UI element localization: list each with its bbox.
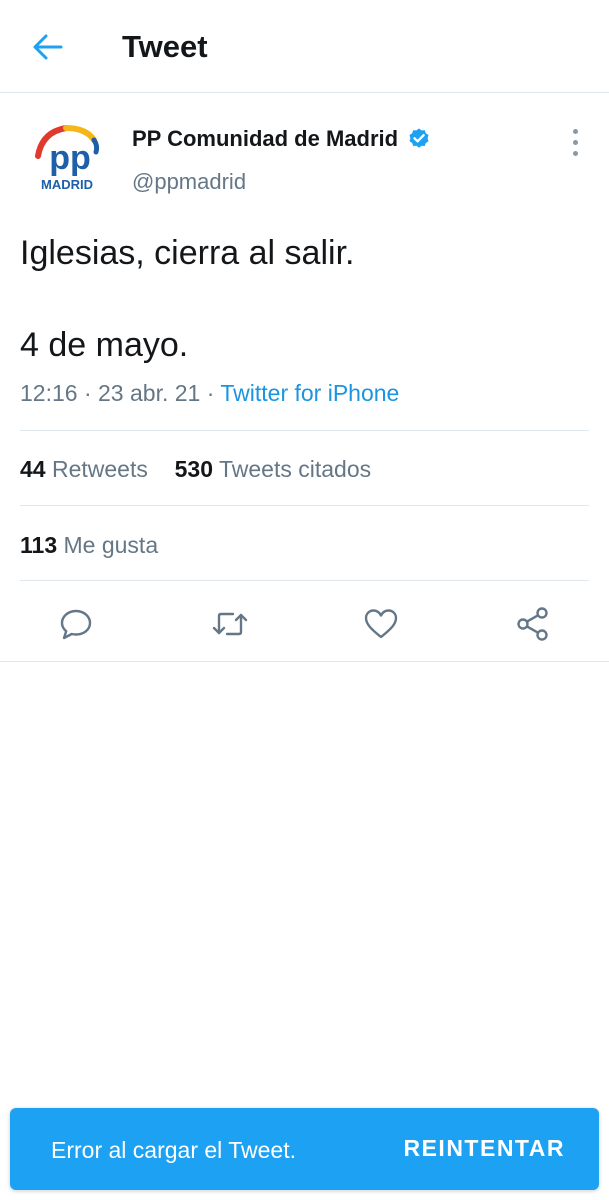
retweets-stat[interactable]: 44 Retweets [20,456,154,482]
arrow-left-icon [33,34,63,60]
share-button[interactable] [513,604,553,644]
retweet-icon [212,612,248,636]
quote-tweets-label: Tweets citados [219,456,372,482]
top-app-bar: Tweet [0,0,609,93]
author-handle[interactable]: @ppmadrid [132,168,246,196]
comment-icon [60,609,92,640]
snackbar-message: Error al cargar el Tweet. [51,1137,297,1163]
retry-button[interactable]: REINTENTAR [403,1133,565,1163]
likes-label: Me gusta [63,532,159,558]
retweet-button[interactable] [210,604,250,644]
divider [20,580,589,581]
more-dot [572,128,578,134]
more-dot [572,139,578,145]
stats-row: 44 Retweets 530 Tweets citados [20,454,371,484]
heart-icon [364,609,398,639]
tweet-line: Iglesias, cierra al salir. [20,234,355,272]
back-button[interactable] [26,27,70,67]
page-title: Tweet [122,29,208,64]
retweets-label: Retweets [51,456,148,482]
logo-text: pp [49,139,91,177]
likes-stat[interactable]: 113 Me gusta [20,532,158,558]
like-button[interactable] [361,604,401,644]
tweet-text: Iglesias, cierra al salir. 4 de mayo. [20,230,590,368]
tweet-date: 23 abr. 21 [98,380,201,406]
divider [20,505,589,506]
quote-tweets-stat[interactable]: 530 Tweets citados [175,456,372,482]
verified-badge-icon [409,128,429,148]
quote-tweets-count: 530 [174,456,214,482]
tweet-source-link[interactable]: Twitter for iPhone [220,380,399,406]
tweet-time: 12:16 [20,380,78,406]
meta-separator: · [83,380,92,406]
avatar[interactable]: pp MADRID [20,114,114,208]
more-options-button[interactable] [560,124,590,160]
retweets-count: 44 [20,456,46,482]
share-icon [517,607,548,641]
logo-subtext: MADRID [41,177,93,192]
tweet-line: 4 de mayo. [20,326,189,364]
reply-button[interactable] [56,604,96,644]
tweet-action-bar [0,590,609,662]
tweet-metadata: 12:16 · 23 abr. 21 · Twitter for iPhone [20,378,399,408]
display-name-text: PP Comunidad de Madrid [132,126,399,151]
pp-madrid-logo: pp MADRID [35,125,100,192]
meta-separator: · [206,380,215,406]
likes-count: 113 [20,532,58,558]
author-display-name[interactable]: PP Comunidad de Madrid [132,124,431,154]
divider [20,430,589,431]
more-dot [572,150,578,156]
error-snackbar: Error al cargar el Tweet. REINTENTAR [10,1108,599,1190]
likes-row: 113 Me gusta [20,530,158,560]
